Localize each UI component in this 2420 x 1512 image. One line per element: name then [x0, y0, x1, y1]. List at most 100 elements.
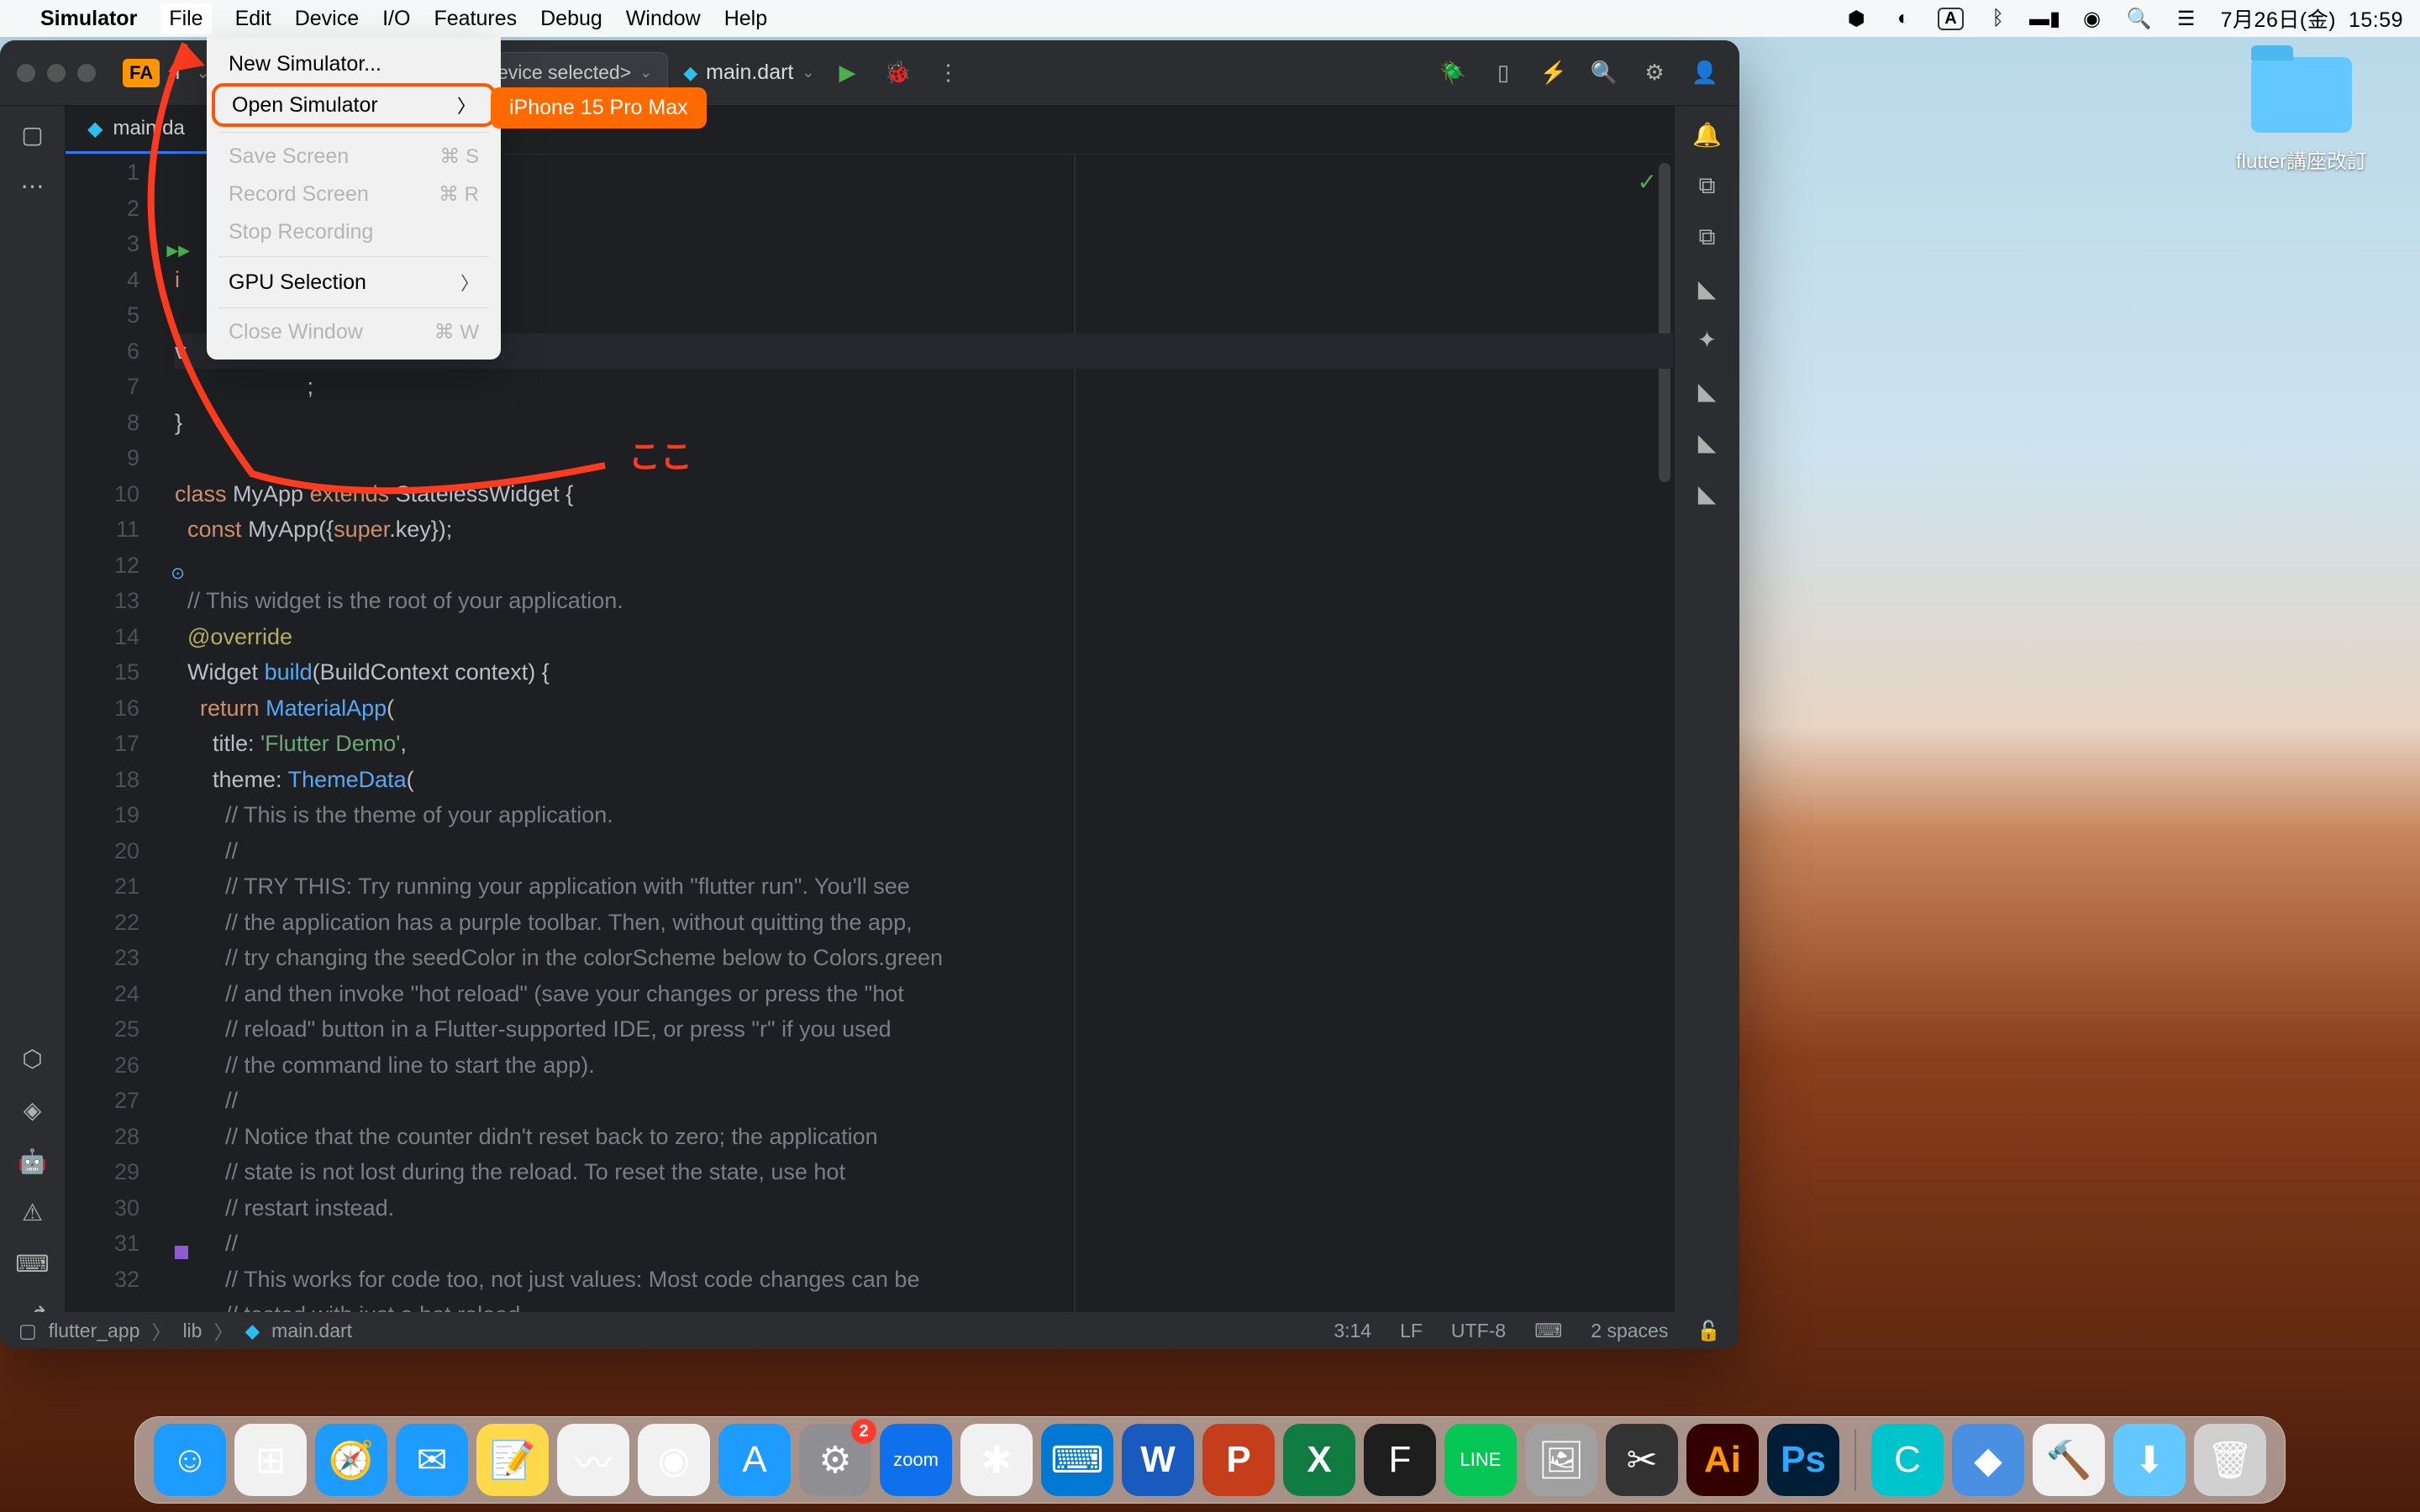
dock-app-zoom[interactable]: zoom — [880, 1424, 952, 1496]
dock-app-powerpoint[interactable]: P — [1202, 1424, 1275, 1496]
flutter-icon[interactable]: ◣ — [1698, 377, 1717, 405]
search-icon[interactable]: 🔍 — [1586, 55, 1622, 91]
dock-app-downloads[interactable]: ⬇ — [2113, 1424, 2186, 1496]
menu-new-simulator[interactable]: New Simulator... — [207, 45, 501, 83]
dock-app-canva[interactable]: C — [1871, 1424, 1944, 1496]
dock-app-excel[interactable]: X — [1283, 1424, 1355, 1496]
bell-icon[interactable]: 🔔 — [1692, 121, 1722, 149]
file-tab-main[interactable]: ◆ main.da — [66, 106, 207, 154]
menu-separator — [218, 132, 489, 133]
menu-debug[interactable]: Debug — [540, 7, 602, 31]
flutter-icon[interactable]: ◣ — [1698, 428, 1717, 456]
left-tool-rail: ▢ ⋯ ⬡ ◈ 🤖 ⚠ ⌨ ⎇ — [0, 106, 66, 1349]
menu-window[interactable]: Window — [626, 7, 701, 31]
desktop-folder[interactable]: flutter講座改訂 — [2230, 57, 2373, 174]
menu-help[interactable]: Help — [724, 7, 767, 31]
dart-icon: ◆ — [683, 62, 697, 84]
input-source-icon[interactable]: A — [1938, 8, 1963, 30]
bluetooth-icon[interactable]: ᛒ — [1986, 6, 2011, 31]
line-gutter: 123▶▶456789101112⊙1314151617181920212223… — [66, 155, 175, 1312]
lock-icon[interactable]: 🔓 — [1697, 1320, 1721, 1342]
terminal-icon[interactable]: ⌨ — [15, 1250, 49, 1278]
ide-status-bar: ▢ flutter_app〉 lib〉 ◆ main.dart 3:14 LF … — [0, 1312, 1739, 1349]
dock-app-photoshop[interactable]: Ps — [1767, 1424, 1839, 1496]
dock-app-finder[interactable]: ☺ — [154, 1424, 226, 1496]
menu-open-simulator[interactable]: Open Simulator〉 — [212, 83, 496, 127]
chevron-down-icon: ⌄ — [802, 64, 814, 81]
debug-button[interactable]: 🐞 — [880, 55, 915, 91]
macos-menubar: Simulator File Edit Device I/O Features … — [0, 0, 2420, 37]
panel2-icon[interactable]: ⧉ — [1699, 223, 1716, 251]
dock-app-trash[interactable]: 🗑 — [2194, 1424, 2266, 1496]
panel-icon[interactable]: ⧉ — [1699, 172, 1716, 200]
battery-icon[interactable]: ▬▮ — [2033, 6, 2058, 31]
menu-edit[interactable]: Edit — [235, 7, 271, 31]
sparkle-icon[interactable]: ✦ — [1697, 326, 1717, 354]
menu-features[interactable]: Features — [434, 7, 517, 31]
dock-app-figma[interactable]: F — [1364, 1424, 1436, 1496]
dock-app-appstore[interactable]: A — [718, 1424, 791, 1496]
control-center-icon[interactable]: ☰ — [2174, 6, 2199, 31]
dock-app-line[interactable]: LINE — [1444, 1424, 1517, 1496]
folder-icon — [2251, 57, 2352, 133]
more-button[interactable]: ⋮ — [930, 55, 965, 91]
wifi-icon[interactable]: ◉ — [2080, 6, 2105, 31]
flutter-icon[interactable]: ◣ — [1698, 275, 1717, 302]
dock-app-finalcut[interactable]: ✂ — [1606, 1424, 1678, 1496]
settings-icon[interactable]: ⚙ — [1637, 55, 1672, 91]
dock-app-chrome[interactable]: ◉ — [638, 1424, 710, 1496]
line-ending[interactable]: LF — [1400, 1320, 1423, 1342]
dock-app-illustrator[interactable]: Ai — [1686, 1424, 1759, 1496]
menu-record-screen: Record Screen⌘ R — [207, 176, 501, 213]
diamond-icon[interactable]: ◈ — [24, 1096, 42, 1124]
flutter-icon[interactable]: ◣ — [1698, 480, 1717, 507]
file-encoding[interactable]: UTF-8 — [1451, 1320, 1506, 1342]
window-controls[interactable] — [17, 64, 96, 82]
menu-save-screen: Save Screen⌘ S — [207, 138, 501, 176]
status-icon-2[interactable]: ◐ — [1891, 6, 1916, 31]
dock-app-notes[interactable]: 📝 — [476, 1424, 549, 1496]
status-icon-1[interactable]: ⬢ — [1844, 6, 1869, 31]
dock-app-mail[interactable]: ✉ — [396, 1424, 468, 1496]
cursor-position[interactable]: 3:14 — [1334, 1320, 1371, 1342]
menu-gpu-selection[interactable]: GPU Selection〉 — [207, 262, 501, 302]
account-icon[interactable]: 👤 — [1687, 55, 1723, 91]
dock-app-xcode[interactable]: 🔨 — [2033, 1424, 2105, 1496]
app-name[interactable]: Simulator — [40, 7, 137, 31]
dock-app-settings[interactable]: ⚙2 — [799, 1424, 871, 1496]
menu-separator — [218, 256, 489, 257]
dock-app-freeform[interactable]: 〰 — [557, 1424, 629, 1496]
bot-icon[interactable]: 🤖 — [18, 1147, 47, 1175]
menubar-date[interactable]: 7月26日(金) 15:59 — [2221, 3, 2403, 34]
breadcrumb[interactable]: ▢ flutter_app〉 lib〉 ◆ main.dart — [18, 1316, 352, 1345]
dock-app-slack[interactable]: ✱ — [960, 1424, 1033, 1496]
folder-icon[interactable]: ▢ — [21, 121, 43, 149]
bug-icon[interactable]: 🪲 — [1435, 55, 1470, 91]
dart-icon: ◆ — [245, 1320, 260, 1342]
dock-app-word[interactable]: W — [1122, 1424, 1194, 1496]
chevron-down-icon: ⌄ — [639, 64, 652, 81]
spotlight-icon[interactable]: 🔍 — [2127, 6, 2152, 31]
macos-dock: ☺⊞🧭✉📝〰◉A⚙2zoom✱⌨WPXFLINE🖼✂AiPs C◆🔨⬇🗑 — [134, 1416, 2286, 1504]
run-config[interactable]: ◆ main.dart ⌄ — [683, 60, 814, 85]
bolt-icon[interactable]: ⚡ — [1536, 55, 1571, 91]
warning-icon[interactable]: ⚠ — [22, 1199, 43, 1226]
file-menu-dropdown: New Simulator... Open Simulator〉 Save Sc… — [207, 37, 501, 360]
more-icon[interactable]: ⋯ — [21, 172, 45, 200]
dock-app-vscode[interactable]: ⌨ — [1041, 1424, 1113, 1496]
dock-app-preview[interactable]: 🖼 — [1525, 1424, 1597, 1496]
run-button[interactable]: ▶ — [829, 55, 865, 91]
dock-app-app2[interactable]: ◆ — [1952, 1424, 2024, 1496]
device-icon[interactable]: ▯ — [1486, 55, 1521, 91]
project-name[interactable]: f — [175, 60, 181, 85]
dock-app-launchpad[interactable]: ⊞ — [234, 1424, 307, 1496]
menu-device[interactable]: Device — [295, 7, 359, 31]
project-badge[interactable]: FA — [123, 59, 160, 87]
folder-icon: ▢ — [18, 1320, 37, 1342]
dock-app-safari[interactable]: 🧭 — [315, 1424, 387, 1496]
feedback-icon[interactable]: ⌨ — [1534, 1320, 1562, 1342]
menu-file[interactable]: File — [160, 3, 211, 34]
indent-setting[interactable]: 2 spaces — [1591, 1320, 1668, 1342]
gear-icon[interactable]: ⬡ — [22, 1045, 42, 1073]
menu-io[interactable]: I/O — [382, 7, 410, 31]
